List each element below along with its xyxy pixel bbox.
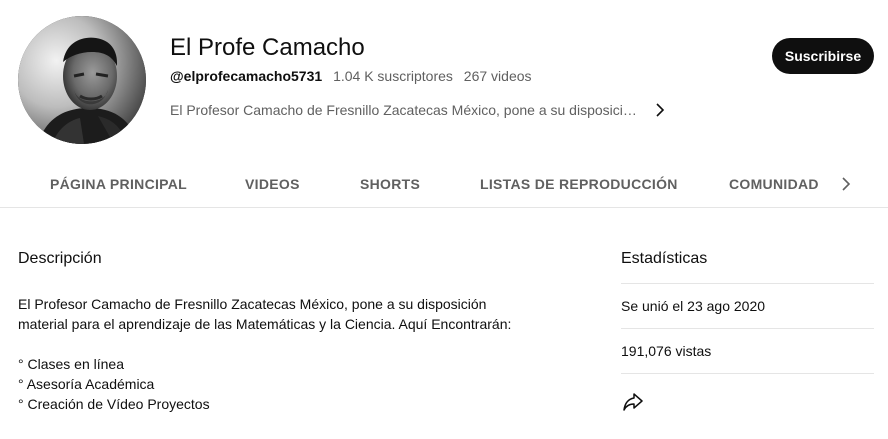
- channel-tabs: PÁGINA PRINCIPAL VIDEOS SHORTS LISTAS DE…: [0, 160, 888, 208]
- chevron-right-icon[interactable]: [836, 174, 856, 194]
- description-line: ° Creación de Vídeo Proyectos: [18, 396, 210, 412]
- channel-title: El Profe Camacho: [170, 34, 365, 61]
- tab-home[interactable]: PÁGINA PRINCIPAL: [50, 160, 187, 208]
- tab-videos[interactable]: VIDEOS: [245, 160, 300, 208]
- view-count: 191,076 vistas: [621, 328, 874, 373]
- description-line: [18, 334, 538, 354]
- description-heading: Descripción: [18, 250, 102, 267]
- tab-playlists[interactable]: LISTAS DE REPRODUCCIÓN: [480, 160, 678, 208]
- avatar-photo-icon: [18, 16, 146, 144]
- description-line: El Profesor Camacho de Fresnillo Zacatec…: [18, 296, 487, 312]
- channel-description-text: El Profesor Camacho de Fresnillo Zacatec…: [170, 102, 638, 118]
- channel-avatar[interactable]: [18, 16, 146, 144]
- joined-date: Se unió el 23 ago 2020: [621, 283, 874, 328]
- chevron-right-icon[interactable]: [652, 102, 668, 118]
- tab-community[interactable]: COMUNIDAD: [729, 160, 819, 208]
- subscribe-button[interactable]: Suscribirse: [772, 38, 874, 74]
- stats-heading: Estadísticas: [621, 250, 708, 267]
- description-line: ° Clases en línea: [18, 356, 124, 372]
- description-body: El Profesor Camacho de Fresnillo Zacatec…: [18, 294, 538, 414]
- channel-header: El Profe Camacho @elprofecamacho5731 1.0…: [0, 0, 888, 160]
- channel-meta: @elprofecamacho5731 1.04 K suscriptores …: [170, 68, 532, 84]
- share-row: [621, 373, 874, 429]
- channel-handle: @elprofecamacho5731: [170, 68, 323, 84]
- channel-description-preview[interactable]: El Profesor Camacho de Fresnillo Zacatec…: [170, 99, 670, 121]
- subscriber-count: 1.04 K suscriptores: [333, 68, 453, 84]
- stats-panel: Estadísticas Se unió el 23 ago 2020 191,…: [621, 250, 874, 429]
- share-icon[interactable]: [621, 390, 645, 414]
- description-line: ° Asesoría Académica: [18, 376, 155, 392]
- video-count: 267 videos: [463, 68, 532, 84]
- description-line: material para el aprendizaje de las Mate…: [18, 316, 512, 332]
- tab-shorts[interactable]: SHORTS: [360, 160, 420, 208]
